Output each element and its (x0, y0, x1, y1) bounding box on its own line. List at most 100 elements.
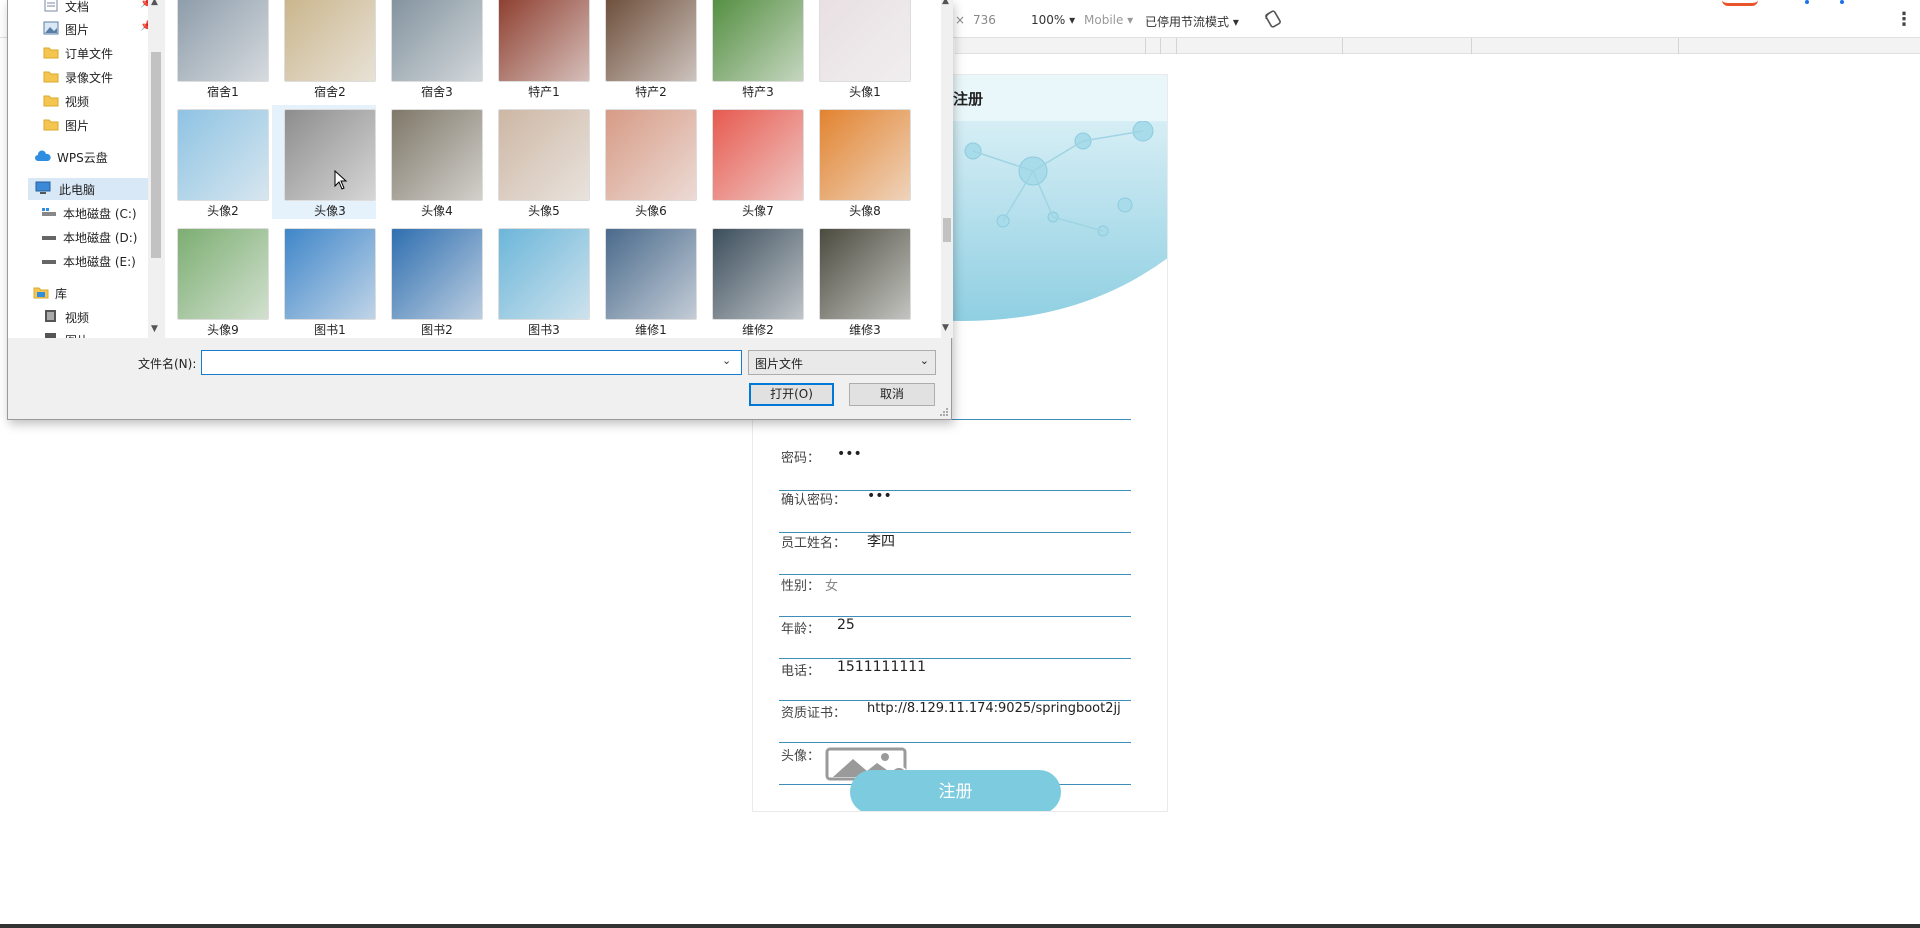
nav-item-label: 库 (55, 287, 68, 301)
file-item[interactable]: 图书1 (272, 224, 376, 338)
file-name: 特产3 (742, 85, 774, 99)
file-name: 维修2 (742, 323, 774, 337)
password-input[interactable]: ••• (837, 446, 862, 462)
avatar-label: 头像： (781, 749, 821, 764)
file-name: 维修3 (849, 323, 881, 337)
nav-item-label: 本地磁盘 (C:) (63, 207, 137, 221)
nav-item-pictures[interactable]: 图片 📌 (43, 18, 153, 40)
age-input[interactable]: 25 (837, 617, 855, 633)
nav-item-wps-cloud[interactable]: WPS云盘 (35, 146, 145, 168)
indicator-dot-icon (1805, 0, 1809, 4)
nav-item-label: 本地磁盘 (E:) (63, 255, 136, 269)
nav-item-recordings-folder[interactable]: 录像文件 (43, 66, 143, 88)
file-item[interactable]: 头像6 (593, 105, 697, 219)
file-name: 维修1 (635, 323, 667, 337)
nav-item-video-library[interactable]: 视频 (43, 306, 143, 328)
certificate-url-input[interactable]: http://8.129.11.174:9025/springboot2jj (867, 701, 1129, 716)
file-item[interactable]: 特产2 (593, 0, 697, 100)
nav-item-picture-library[interactable]: 图片 (43, 329, 143, 338)
file-item[interactable]: 头像8 (807, 105, 911, 219)
nav-item-pictures-folder[interactable]: 图片 (43, 114, 143, 136)
file-thumbnail (712, 109, 804, 201)
file-item[interactable]: 宿舍2 (272, 0, 376, 100)
drive-icon (41, 253, 57, 267)
throttle-dropdown[interactable]: 已停用节流模式 ▾ (1145, 13, 1239, 30)
file-item[interactable]: 宿舍3 (379, 0, 483, 100)
nav-item-videos-folder[interactable]: 视频 (43, 90, 143, 112)
file-item[interactable]: 图书3 (486, 224, 590, 338)
confirm-password-input[interactable]: ••• (867, 488, 892, 504)
scroll-down-arrow-icon[interactable]: ▼ (942, 323, 949, 333)
mouse-cursor-icon (334, 170, 348, 190)
file-item[interactable]: 宿舍1 (165, 0, 269, 100)
file-name: 头像7 (742, 204, 774, 218)
nav-item-drive-c[interactable]: 本地磁盘 (C:) (41, 202, 148, 224)
file-thumbnail (498, 0, 590, 82)
taskbar-edge (0, 924, 1920, 928)
scrollbar-thumb[interactable] (943, 218, 951, 242)
nav-item-libraries[interactable]: 库 (33, 282, 143, 304)
nav-item-label: 图片 (65, 332, 89, 338)
file-name: 图书3 (528, 323, 560, 337)
nav-item-this-pc[interactable]: 此电脑 (28, 178, 148, 200)
cancel-button[interactable]: 取消 (849, 383, 935, 406)
scroll-up-arrow-icon[interactable]: ▲ (942, 0, 949, 6)
file-thumbnail (605, 0, 697, 82)
scrollbar-thumb[interactable] (151, 52, 161, 258)
nav-item-documents[interactable]: 文档 📌 (43, 0, 153, 17)
phone-label: 电话： (781, 664, 821, 679)
rotate-icon[interactable] (1264, 10, 1282, 28)
file-item[interactable]: 头像9 (165, 224, 269, 338)
file-grid-scrollbar[interactable]: ▲ ▼ (941, 0, 953, 338)
file-item[interactable]: 头像3 (272, 105, 376, 219)
register-button[interactable]: 注册 (850, 770, 1061, 811)
scroll-up-arrow-icon[interactable]: ▲ (151, 0, 158, 7)
nav-item-drive-e[interactable]: 本地磁盘 (E:) (41, 250, 148, 272)
resize-grip-icon[interactable] (939, 407, 949, 417)
password-field-row: 密码： ••• (779, 446, 1131, 491)
file-item[interactable]: 维修1 (593, 224, 697, 338)
file-type-select[interactable]: 图片文件 ⌄ (748, 350, 936, 375)
open-button[interactable]: 打开(O) (749, 383, 834, 406)
viewport-height-field[interactable]: 736 (973, 13, 996, 27)
file-name: 头像5 (528, 204, 560, 218)
file-item[interactable]: 头像4 (379, 105, 483, 219)
zoom-dropdown[interactable]: 100% ▾ (1031, 13, 1075, 27)
nav-item-orders-folder[interactable]: 订单文件 (43, 42, 143, 64)
phone-input[interactable]: 1511111111 (837, 659, 926, 675)
file-item[interactable]: 维修2 (700, 224, 804, 338)
computer-icon (35, 181, 51, 195)
gender-select[interactable]: 女 (825, 575, 838, 594)
file-name: 图书1 (314, 323, 346, 337)
file-item[interactable]: 头像7 (700, 105, 804, 219)
more-options-icon[interactable]: ⋮ (1895, 9, 1913, 30)
file-name: 特产1 (528, 85, 560, 99)
file-item[interactable]: 特产1 (486, 0, 590, 100)
file-name: 头像9 (207, 323, 239, 337)
drive-icon (41, 229, 57, 243)
file-name: 头像6 (635, 204, 667, 218)
file-item[interactable]: 头像1 (807, 0, 911, 100)
picture-library-icon (43, 332, 59, 338)
file-name: 头像8 (849, 204, 881, 218)
file-item[interactable]: 头像2 (165, 105, 269, 219)
employee-name-input[interactable]: 李四 (867, 531, 895, 551)
navigation-scrollbar[interactable]: ▲ ▼ (148, 0, 164, 338)
file-name: 头像1 (849, 85, 881, 99)
file-thumbnail (391, 109, 483, 201)
file-item[interactable]: 维修3 (807, 224, 911, 338)
file-item[interactable]: 特产3 (700, 0, 804, 100)
filename-input[interactable] (201, 350, 742, 375)
nav-item-drive-d[interactable]: 本地磁盘 (D:) (41, 226, 148, 248)
nav-item-label: 视频 (65, 95, 90, 109)
file-thumbnail (605, 109, 697, 201)
file-item[interactable]: 图书2 (379, 224, 483, 338)
device-type-dropdown[interactable]: Mobile ▾ (1084, 13, 1133, 27)
chevron-down-icon[interactable]: ⌄ (722, 354, 731, 367)
file-open-dialog: 文档 📌 图片 📌 订单文件 录像文件 视频 图片 WPS云盘 此电脑 本地磁盘… (7, 0, 953, 420)
scroll-down-arrow-icon[interactable]: ▼ (151, 324, 158, 334)
drive-icon (41, 205, 57, 219)
file-name: 图书2 (421, 323, 453, 337)
file-thumbnail (284, 228, 376, 320)
file-item[interactable]: 头像5 (486, 105, 590, 219)
